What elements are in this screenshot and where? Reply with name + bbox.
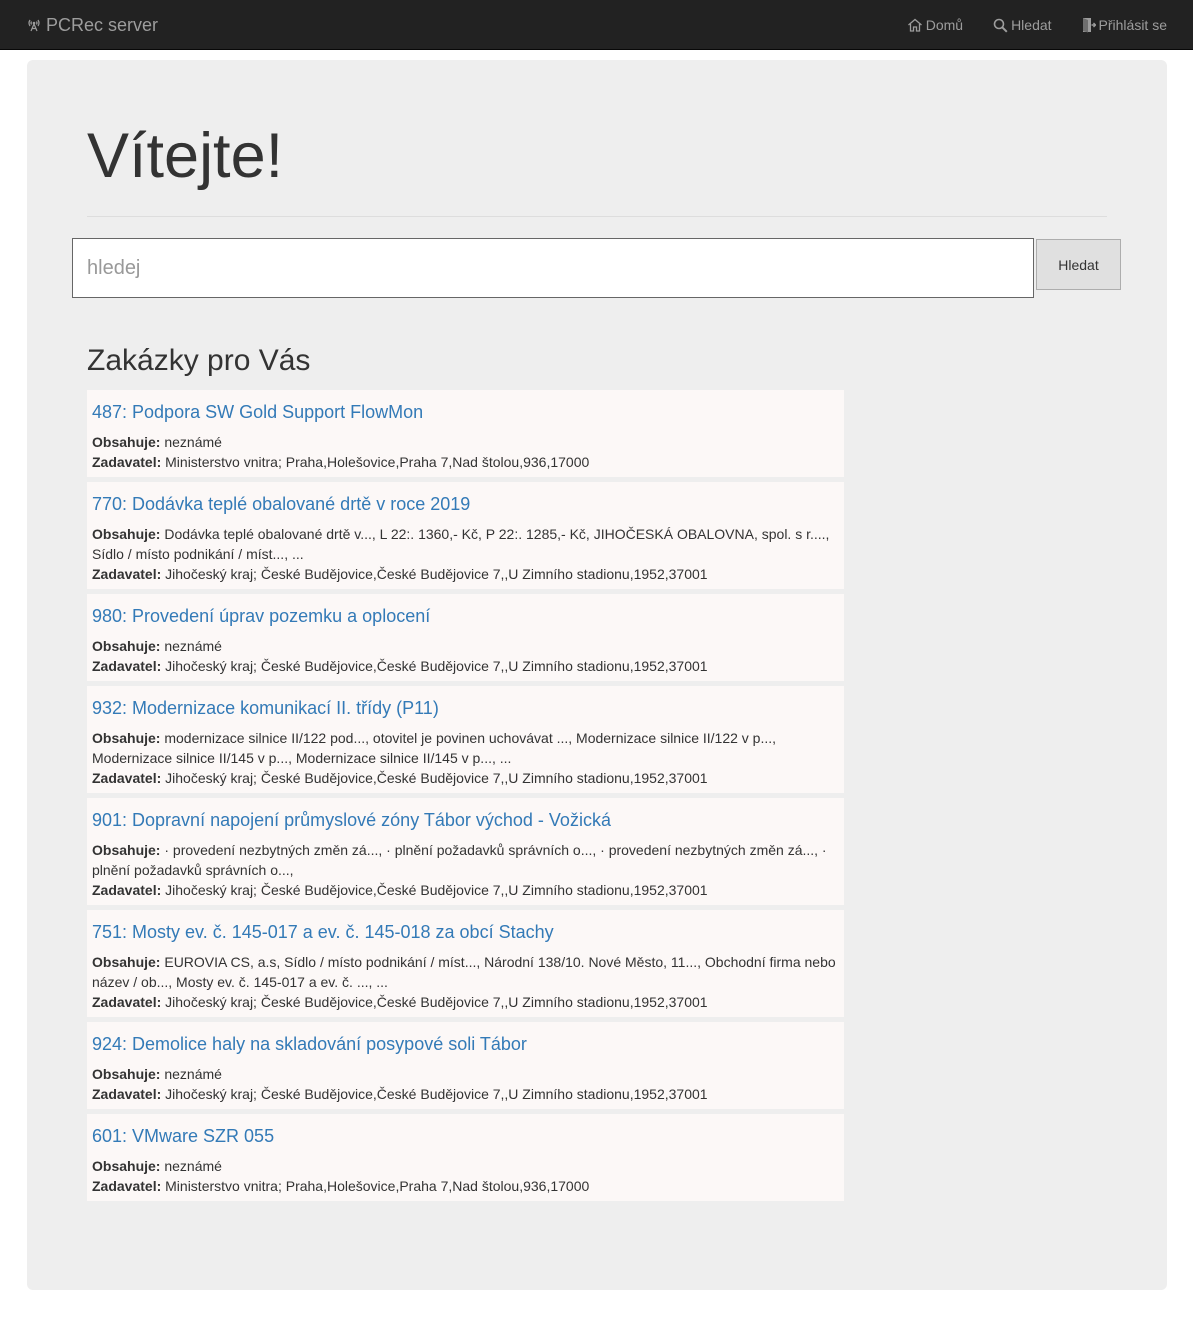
contains-value: neznámé [164,434,222,450]
tender-contains: Obsahuje: · provedení nezbytných změn zá… [92,840,839,880]
contains-value: neznámé [164,1066,222,1082]
contracting-label: Zadavatel: [92,454,162,470]
contracting-value: Jihočeský kraj; České Budějovice,České B… [165,566,708,582]
tender-contracting: Zadavatel: Jihočeský kraj; České Budějov… [92,1084,839,1104]
tender-contracting: Zadavatel: Jihočeský kraj; České Budějov… [92,656,839,676]
contains-label: Obsahuje: [92,730,161,746]
contracting-label: Zadavatel: [92,770,162,786]
contains-label: Obsahuje: [92,842,161,858]
tender-contracting: Zadavatel: Jihočeský kraj; České Budějov… [92,768,839,788]
tender-item: 751: Mosty ev. č. 145-017 a ev. č. 145-0… [87,910,844,1017]
broadcast-tower-icon [26,18,42,32]
tender-contracting: Zadavatel: Jihočeský kraj; České Budějov… [92,880,839,900]
contracting-label: Zadavatel: [92,994,162,1010]
brand-link[interactable]: PCRec server [26,0,158,50]
contracting-label: Zadavatel: [92,1178,162,1194]
tender-title-link[interactable]: 980: Provedení úprav pozemku a oplocení [92,604,839,628]
tender-item: 601: VMware SZR 055 Obsahuje: neznámé Za… [87,1114,844,1201]
search-icon [993,18,1008,33]
contains-label: Obsahuje: [92,434,161,450]
contracting-value: Jihočeský kraj; České Budějovice,České B… [165,882,708,898]
tender-title-link[interactable]: 770: Dodávka teplé obalované drtě v roce… [92,492,839,516]
contracting-value: Jihočeský kraj; České Budějovice,České B… [165,770,708,786]
tender-contains: Obsahuje: neznámé [92,432,839,452]
navbar: PCRec server Domů Hledat Přihlásit se [0,0,1193,50]
contracting-value: Jihočeský kraj; České Budějovice,České B… [165,658,708,674]
contracting-label: Zadavatel: [92,1086,162,1102]
tender-item: 924: Demolice haly na skladování posypov… [87,1022,844,1109]
tender-contracting: Zadavatel: Ministerstvo vnitra; Praha,Ho… [92,1176,839,1196]
tender-contains: Obsahuje: Dodávka teplé obalované drtě v… [92,524,839,564]
contains-value: · provedení nezbytných změn zá..., · pln… [92,842,827,878]
contracting-label: Zadavatel: [92,882,162,898]
nav-search-label: Hledat [1011,17,1052,33]
tender-item: 932: Modernizace komunikací II. třídy (P… [87,686,844,793]
contracting-value: Ministerstvo vnitra; Praha,Holešovice,Pr… [165,1178,590,1194]
tender-contains: Obsahuje: modernizace silnice II/122 pod… [92,728,839,768]
contracting-value: Jihočeský kraj; České Budějovice,České B… [165,1086,708,1102]
tender-title-link[interactable]: 487: Podpora SW Gold Support FlowMon [92,400,839,424]
tender-contains: Obsahuje: neznámé [92,1156,839,1176]
contains-value: EUROVIA CS, a.s, Sídlo / místo podnikání… [92,954,836,990]
contains-label: Obsahuje: [92,638,161,654]
tender-item: 980: Provedení úprav pozemku a oplocení … [87,594,844,681]
tender-contains: Obsahuje: neznámé [92,1064,839,1084]
tender-contracting: Zadavatel: Jihočeský kraj; České Budějov… [92,564,839,584]
navbar-links: Domů Hledat Přihlásit se [877,0,1167,50]
search-input[interactable] [72,238,1034,298]
contains-label: Obsahuje: [92,526,161,542]
tender-contracting: Zadavatel: Ministerstvo vnitra; Praha,Ho… [92,452,839,472]
tender-contains: Obsahuje: EUROVIA CS, a.s, Sídlo / místo… [92,952,839,992]
tender-title-link[interactable]: 601: VMware SZR 055 [92,1124,839,1148]
contracting-value: Jihočeský kraj; České Budějovice,České B… [165,994,708,1010]
contracting-value: Ministerstvo vnitra; Praha,Holešovice,Pr… [165,454,590,470]
tender-item: 901: Dopravní napojení průmyslové zóny T… [87,798,844,905]
login-icon [1082,17,1096,33]
contains-value: Dodávka teplé obalované drtě v..., L 22:… [92,526,830,562]
contains-value: neznámé [164,638,222,654]
nav-search-link[interactable]: Hledat [993,17,1052,33]
tender-title-link[interactable]: 924: Demolice haly na skladování posypov… [92,1032,839,1056]
contains-label: Obsahuje: [92,954,161,970]
contracting-label: Zadavatel: [92,566,162,582]
section-title: Zakázky pro Vás [87,344,311,377]
nav-login-link[interactable]: Přihlásit se [1082,17,1167,33]
tender-contains: Obsahuje: neznámé [92,636,839,656]
tender-title-link[interactable]: 751: Mosty ev. č. 145-017 a ev. č. 145-0… [92,920,839,944]
tender-item: 487: Podpora SW Gold Support FlowMon Obs… [87,390,844,477]
brand-label: PCRec server [46,14,159,35]
contains-value: neznámé [164,1158,222,1174]
contracting-label: Zadavatel: [92,658,162,674]
contains-label: Obsahuje: [92,1158,161,1174]
nav-login-label: Přihlásit se [1098,17,1167,33]
tender-list: 487: Podpora SW Gold Support FlowMon Obs… [87,390,844,1206]
search-button[interactable]: Hledat [1036,239,1121,290]
nav-home-link[interactable]: Domů [907,17,963,33]
jumbotron: Vítejte! Hledat Zakázky pro Vás 487: Pod… [27,60,1167,1290]
tender-title-link[interactable]: 901: Dopravní napojení průmyslové zóny T… [92,808,839,832]
contains-value: modernizace silnice II/122 pod..., otovi… [92,730,777,766]
tender-contracting: Zadavatel: Jihočeský kraj; České Budějov… [92,992,839,1012]
title-divider [87,216,1107,217]
home-icon [907,18,923,32]
tender-title-link[interactable]: 932: Modernizace komunikací II. třídy (P… [92,696,839,720]
tender-item: 770: Dodávka teplé obalované drtě v roce… [87,482,844,589]
nav-home-label: Domů [925,17,964,33]
contains-label: Obsahuje: [92,1066,161,1082]
page-title: Vítejte! [87,121,284,191]
